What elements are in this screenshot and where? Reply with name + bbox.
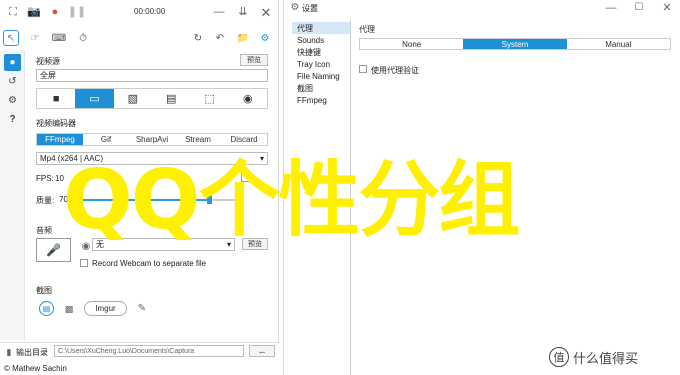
title-bar: ⛶ 📷 ● ❚❚ 00:00:00 — ⇊ ✕	[0, 0, 279, 24]
nav-item-screenshot[interactable]: 截图	[292, 82, 350, 94]
folder-icon: ▮	[6, 346, 12, 357]
nav-item-tray-icon[interactable]: Tray Icon	[292, 58, 350, 70]
recording-timer: 00:00:00	[134, 7, 166, 16]
clipboard-icon[interactable]: ▩	[62, 302, 76, 316]
gear-icon: ⚙	[290, 2, 300, 13]
audio-label: 音频	[36, 226, 52, 235]
minimize-icon[interactable]: —	[604, 1, 618, 15]
settings-title: 设置	[302, 4, 318, 13]
nav-item-sounds[interactable]: Sounds	[292, 34, 350, 46]
video-encoder-label: 视频编码器	[36, 119, 76, 128]
toolbar: ↖ ☞ ⌨ ⏱ ↻ ↶ 📁 ⚙	[0, 28, 279, 50]
collapse-icon[interactable]: ⇊	[236, 5, 250, 19]
source-mode-group: ■ ▭ ▧ ▤ ⬚ ◉	[36, 88, 268, 109]
proxy-option-system[interactable]: System	[463, 39, 567, 49]
maximize-icon[interactable]: ☐	[632, 1, 646, 15]
pause-icon[interactable]: ❚❚	[68, 5, 86, 19]
site-logo: 值 什么值得买	[549, 347, 675, 367]
encoder-tab-ffmpeg[interactable]: FFmpeg	[37, 134, 83, 145]
browse-button[interactable]: ...	[249, 345, 275, 357]
help-icon[interactable]: ?	[4, 111, 21, 128]
folder-icon[interactable]: 📁	[235, 30, 251, 46]
close-icon[interactable]: ✕	[259, 5, 273, 19]
screenshot-label: 截图	[36, 286, 52, 295]
proxy-option-manual[interactable]: Manual	[567, 39, 670, 49]
keyboard-icon[interactable]: ⌨	[51, 30, 67, 46]
proxy-auth-checkbox[interactable]	[359, 65, 367, 73]
fps-label: FPS:	[36, 174, 54, 183]
hand-tool-icon[interactable]: ☞	[27, 30, 43, 46]
camera-mode-icon[interactable]: ■	[37, 89, 75, 108]
logo-text: 什么值得买	[573, 350, 639, 366]
monitor-mode-icon[interactable]: ▧	[114, 89, 152, 108]
microphone-icon: 🎤	[46, 243, 61, 257]
encoder-tab-gif[interactable]: Gif	[83, 134, 129, 145]
encoder-tab-sharpavi[interactable]: SharpAvi	[129, 134, 175, 145]
nav-item-hotkeys[interactable]: 快捷键	[292, 46, 350, 58]
logo-icon: 值	[549, 347, 569, 367]
region-mode-icon[interactable]: ⬚	[190, 89, 228, 108]
undo-icon[interactable]: ↶	[212, 30, 228, 46]
video-source-field[interactable]: 全屏	[36, 69, 268, 82]
video-source-label: 视频源	[36, 57, 60, 66]
left-sidebar: ● ↺ ⚙ ?	[0, 50, 25, 340]
pencil-icon[interactable]: ✎	[135, 302, 149, 316]
author-credit: © Mathew Sachin	[4, 364, 67, 373]
imgur-button[interactable]: Imgur	[84, 301, 127, 316]
encoder-tab-stream[interactable]: Stream	[175, 134, 221, 145]
footer: ▮ 输出目录 C:\Users\XuCheng.Luo\Documents\Ca…	[0, 342, 279, 375]
capture-icon[interactable]: ⛶	[6, 5, 20, 19]
nav-item-proxy[interactable]: 代理	[292, 22, 350, 34]
timer-icon[interactable]: ⏱	[75, 30, 91, 46]
encoder-tab-discard[interactable]: Discard	[221, 134, 267, 145]
proxy-mode-group: None System Manual	[359, 38, 671, 50]
window-mode-icon[interactable]: ▤	[152, 89, 190, 108]
record-webcam-label: Record Webcam to separate file	[92, 259, 207, 268]
watermark-text: QQ个性分组	[63, 153, 520, 248]
gear-icon[interactable]: ⚙	[4, 92, 21, 109]
pointer-tool-icon[interactable]: ↖	[3, 30, 19, 46]
settings-nav: 代理 Sounds 快捷键 Tray Icon File Naming 截图 F…	[292, 22, 350, 106]
minimize-icon[interactable]: —	[212, 5, 226, 19]
encoder-tabs: FFmpeg Gif SharpAvi Stream Discard	[36, 133, 268, 146]
output-path-field[interactable]: C:\Users\XuCheng.Luo\Documents\Captura	[54, 345, 244, 357]
camera-icon[interactable]: 📷	[27, 5, 41, 19]
proxy-option-none[interactable]: None	[360, 39, 463, 49]
output-dir-label: 输出目录	[16, 348, 48, 357]
nav-item-ffmpeg[interactable]: FFmpeg	[292, 94, 350, 106]
proxy-auth-label: 使用代理验证	[371, 66, 419, 75]
home-icon[interactable]: ●	[4, 54, 21, 71]
file-icon: ▤	[42, 304, 51, 313]
video-preview-button[interactable]: 预览	[240, 54, 268, 66]
record-webcam-checkbox[interactable]	[80, 259, 88, 267]
nav-item-file-naming[interactable]: File Naming	[292, 70, 350, 82]
screen-mode-icon[interactable]: ▭	[75, 89, 114, 108]
refresh-icon[interactable]: ↻	[190, 30, 206, 46]
settings-title-bar: ⚙ 设置 — ☐ ✕	[284, 0, 680, 16]
close-icon[interactable]: ✕	[660, 1, 674, 15]
settings-gear-icon[interactable]: ⚙	[257, 30, 273, 46]
quality-label: 质量:	[36, 196, 55, 205]
record-icon[interactable]: ●	[48, 5, 62, 19]
save-to-disk-button[interactable]: ▤	[39, 301, 54, 316]
gamepad-mode-icon[interactable]: ◉	[229, 89, 267, 108]
proxy-section-title: 代理	[359, 25, 375, 34]
history-icon[interactable]: ↺	[4, 73, 21, 90]
